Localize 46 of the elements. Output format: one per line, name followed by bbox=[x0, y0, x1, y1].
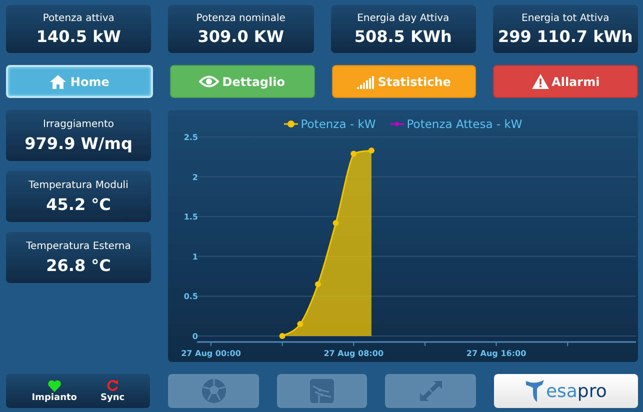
metric-value: 309.0 KW bbox=[198, 26, 284, 46]
point bbox=[297, 321, 304, 328]
logo-mark-icon bbox=[524, 379, 545, 403]
nav-button[interactable]: Statistiche bbox=[332, 65, 476, 98]
y-tick-label: 1.5 bbox=[184, 212, 198, 222]
sensor-label: Temperatura Esterna bbox=[26, 240, 131, 252]
sensor-value: 45.2 °C bbox=[46, 194, 111, 214]
y-tick-label: 2.5 bbox=[184, 133, 198, 142]
logo-text: esapro bbox=[546, 380, 607, 402]
expand-arrows-icon bbox=[418, 380, 444, 402]
point bbox=[314, 281, 321, 288]
eye-icon bbox=[199, 75, 220, 88]
home-icon bbox=[49, 74, 68, 90]
nav-button[interactable]: Home bbox=[6, 65, 153, 98]
status-label: Impianto bbox=[32, 392, 77, 402]
legend-item: Potenza - kW bbox=[284, 117, 376, 131]
x-tick-label: 27 Aug 16:00 bbox=[466, 349, 526, 358]
metric-label: Potenza attiva bbox=[42, 12, 114, 24]
sensor-label: Temperatura Moduli bbox=[28, 180, 128, 190]
x-tick-label: 27 Aug 08:00 bbox=[324, 349, 384, 358]
metric-value: 140.5 kW bbox=[36, 26, 121, 46]
point bbox=[350, 150, 357, 157]
y-tick-label: 0 bbox=[192, 332, 198, 341]
metric-label: Energia tot Attiva bbox=[522, 12, 610, 24]
nav-button[interactable]: Allarmi bbox=[493, 65, 638, 98]
ball-icon bbox=[200, 378, 227, 404]
status-label: Sync bbox=[100, 393, 125, 403]
x-tick-label: 27 Aug 00:00 bbox=[181, 349, 241, 358]
warning-icon bbox=[532, 74, 549, 89]
metric-value: 299 110.7 kWh bbox=[498, 26, 633, 46]
point bbox=[368, 148, 374, 154]
nav-button[interactable]: Dettaglio bbox=[170, 65, 314, 98]
sensor-label: Irraggiamento bbox=[43, 118, 114, 130]
y-tick-label: 0.5 bbox=[184, 292, 198, 302]
point bbox=[279, 333, 286, 339]
y-tick-label: 1 bbox=[192, 252, 198, 262]
point bbox=[332, 220, 339, 226]
y-tick-label: 2 bbox=[192, 172, 198, 182]
metric-label: Energia day Attiva bbox=[357, 12, 450, 24]
signal-bars-icon bbox=[356, 74, 375, 88]
legend-item: Potenza Attesa - kW bbox=[390, 117, 522, 131]
sensor-value: 979.9 W/mq bbox=[24, 134, 132, 152]
metric-label: Potenza nominale bbox=[196, 12, 286, 24]
sensor-value: 26.8 °C bbox=[46, 256, 111, 274]
metric-value: 508.5 KWh bbox=[354, 26, 452, 46]
circuit-icon bbox=[309, 378, 336, 404]
